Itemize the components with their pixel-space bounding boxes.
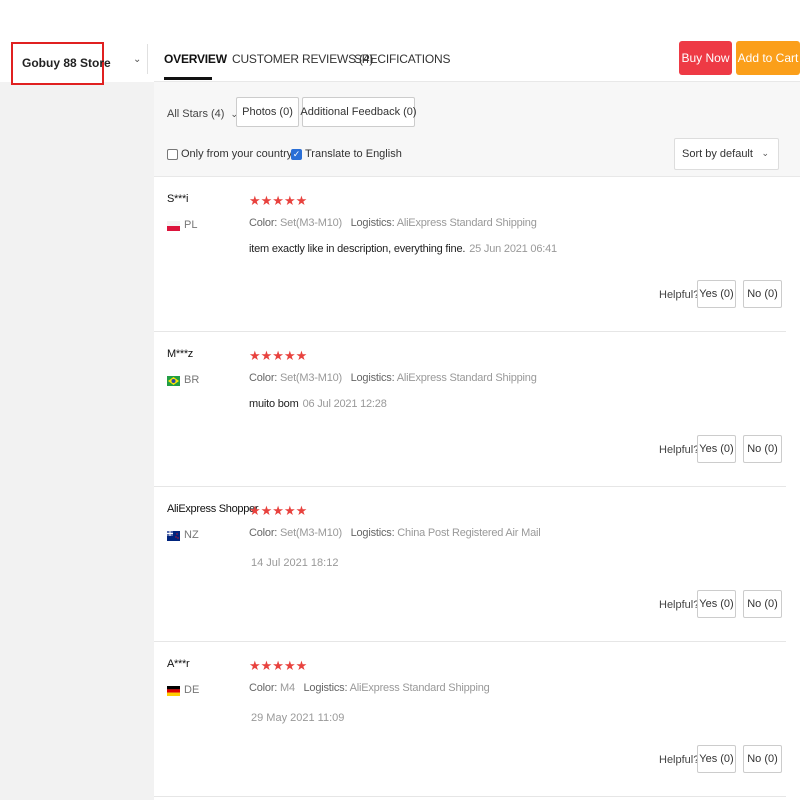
color-label: Color: — [249, 682, 278, 694]
helpful-no-button[interactable]: No (0) — [743, 280, 782, 308]
review-meta: Color: Set(M3-M10) Logistics: China Post… — [249, 527, 541, 539]
color-value: Set(M3-M10) — [280, 217, 342, 229]
add-to-cart-button[interactable]: Add to Cart — [736, 41, 800, 75]
helpful-label: Helpful? — [659, 754, 700, 766]
review-item: S***i PL ★★★★★ Color: Set(M3-M10) Logist… — [154, 177, 786, 332]
reviewer-name: S***i — [167, 193, 189, 205]
helpful-no-button[interactable]: No (0) — [743, 435, 782, 463]
store-name: Gobuy 88 Store — [22, 56, 111, 70]
review-text: muito bom 06 Jul 2021 12:28 — [249, 398, 387, 410]
reviewer-name: M***z — [167, 348, 194, 360]
reviewer-country: PL — [184, 219, 198, 231]
helpful-no-button[interactable]: No (0) — [743, 590, 782, 618]
only-country-checkbox[interactable]: Only from your country — [167, 148, 292, 160]
review-date: 29 May 2021 11:09 — [251, 712, 345, 724]
sort-label: Sort by default — [682, 148, 753, 160]
review-body: item exactly like in description, everyt… — [249, 243, 466, 255]
color-value: M4 — [280, 682, 295, 694]
review-date: 06 Jul 2021 12:28 — [302, 398, 387, 410]
star-rating: ★★★★★ — [249, 658, 308, 673]
review-date: 14 Jul 2021 18:12 — [251, 557, 339, 569]
review-item: M***z BR ★★★★★ Color: Set(M3-M10) Logist… — [154, 332, 786, 487]
star-rating: ★★★★★ — [249, 503, 308, 518]
checkbox-checked-icon[interactable]: ✓ — [291, 148, 302, 160]
translate-label: Translate to English — [305, 148, 402, 160]
review-body: muito bom — [249, 398, 299, 410]
helpful-yes-button[interactable]: Yes (0) — [697, 590, 736, 618]
helpful-yes-button[interactable]: Yes (0) — [697, 435, 736, 463]
logistics-label: Logistics: — [350, 372, 395, 384]
helpful-label: Helpful? — [659, 444, 700, 456]
color-value: Set(M3-M10) — [280, 372, 342, 384]
all-stars-dropdown[interactable]: All Stars (4) ⌄ — [167, 108, 238, 120]
review-meta: Color: Set(M3-M10) Logistics: AliExpress… — [249, 372, 537, 384]
new-zealand-flag-icon — [167, 531, 180, 541]
product-tabs-header: OVERVIEW CUSTOMER REVIEWS (4) SPECIFICAT… — [154, 0, 800, 82]
sort-select[interactable]: Sort by default ⌄ — [674, 138, 779, 170]
color-label: Color: — [249, 372, 278, 384]
additional-feedback-button[interactable]: Additional Feedback (0) — [300, 97, 417, 127]
review-date: 25 Jun 2021 06:41 — [469, 243, 557, 255]
reviewer-country: DE — [184, 684, 200, 696]
reviewer-name: A***r — [167, 658, 190, 670]
reviewer-country: BR — [184, 374, 200, 386]
chevron-down-icon[interactable]: ⌄ — [133, 54, 141, 65]
photos-filter-button[interactable]: Photos (0) — [236, 97, 299, 127]
active-tab-indicator — [164, 77, 212, 80]
tab-overview[interactable]: OVERVIEW — [164, 52, 227, 66]
star-rating: ★★★★★ — [249, 193, 308, 208]
logistics-value: AliExpress Standard Shipping — [349, 682, 490, 694]
helpful-yes-button[interactable]: Yes (0) — [697, 745, 736, 773]
review-item: AliExpress Shopper NZ ★★★★★ Color: Set(M… — [154, 487, 786, 642]
review-filters: All Stars (4) ⌄ Photos (0) Additional Fe… — [154, 82, 800, 177]
review-text: item exactly like in description, everyt… — [249, 243, 557, 255]
color-label: Color: — [249, 217, 278, 229]
tab-specifications[interactable]: SPECIFICATIONS — [354, 52, 451, 66]
helpful-no-button[interactable]: No (0) — [743, 745, 782, 773]
translate-checkbox[interactable]: ✓ Translate to English — [291, 148, 402, 160]
logistics-label: Logistics: — [350, 217, 395, 229]
review-meta: Color: Set(M3-M10) Logistics: AliExpress… — [249, 217, 537, 229]
all-stars-label: All Stars (4) — [167, 108, 225, 120]
helpful-label: Helpful? — [659, 599, 700, 611]
review-meta: Color: M4 Logistics: AliExpress Standard… — [249, 682, 490, 694]
helpful-yes-button[interactable]: Yes (0) — [697, 280, 736, 308]
checkbox-icon[interactable] — [167, 148, 178, 160]
buy-now-button[interactable]: Buy Now — [679, 41, 732, 75]
tab-customer-reviews[interactable]: CUSTOMER REVIEWS (4) — [232, 52, 373, 66]
only-country-label: Only from your country — [181, 148, 293, 160]
color-value: Set(M3-M10) — [280, 527, 342, 539]
chevron-down-icon: ⌄ — [761, 148, 769, 158]
logistics-value: China Post Registered Air Mail — [397, 527, 541, 539]
store-selector[interactable]: Gobuy 88 Store — [11, 42, 111, 85]
helpful-label: Helpful? — [659, 289, 700, 301]
reviewer-name: AliExpress Shopper — [167, 503, 259, 515]
left-panel — [0, 0, 154, 800]
poland-flag-icon — [167, 221, 180, 231]
germany-flag-icon — [167, 686, 180, 696]
logistics-label: Logistics: — [350, 527, 395, 539]
star-rating: ★★★★★ — [249, 348, 308, 363]
logistics-value: AliExpress Standard Shipping — [396, 372, 537, 384]
logistics-value: AliExpress Standard Shipping — [396, 217, 537, 229]
brazil-flag-icon — [167, 376, 180, 386]
divider — [147, 44, 148, 74]
color-label: Color: — [249, 527, 278, 539]
review-item: A***r DE ★★★★★ Color: M4 Logistics: AliE… — [154, 642, 786, 797]
reviewer-country: NZ — [184, 529, 199, 541]
logistics-label: Logistics: — [303, 682, 348, 694]
